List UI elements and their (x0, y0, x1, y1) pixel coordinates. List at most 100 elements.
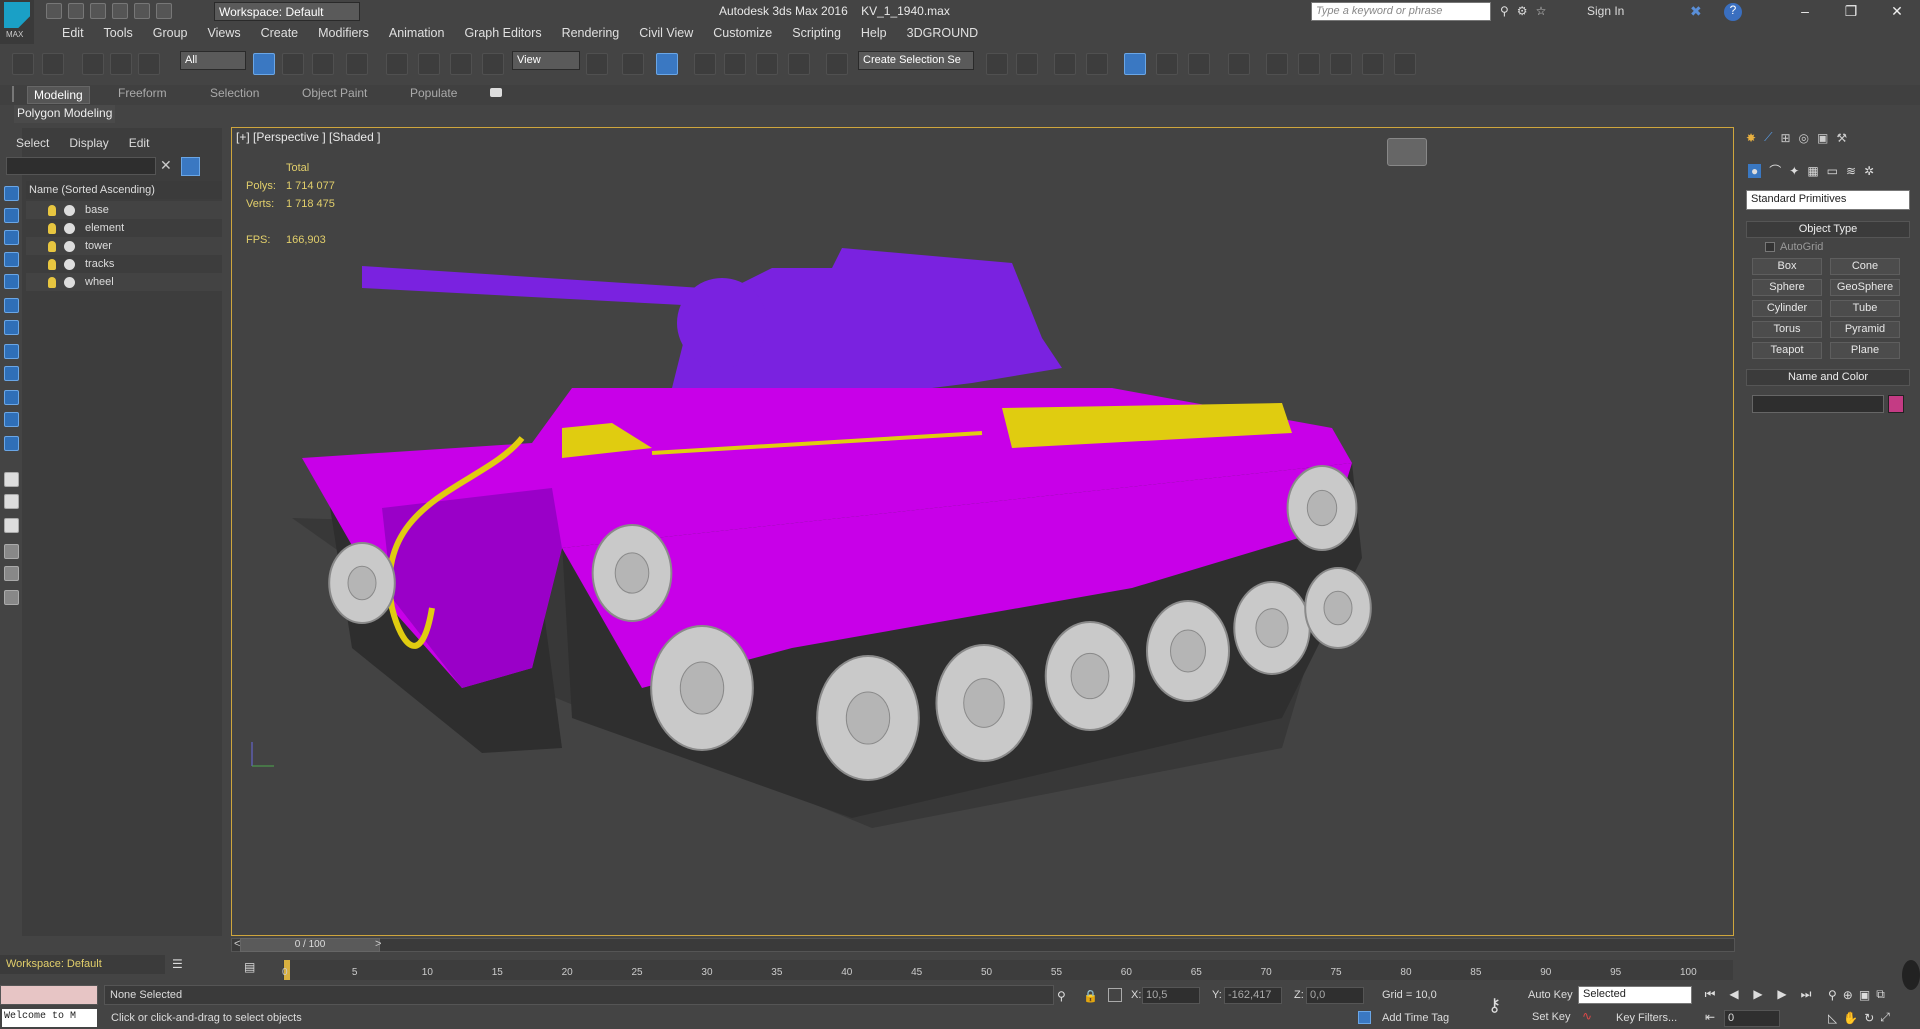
sort-icon[interactable] (4, 590, 19, 605)
light-bulb-icon[interactable] (48, 258, 56, 270)
column-header[interactable]: Name (Sorted Ascending) (26, 181, 222, 199)
search-input[interactable]: Type a keyword or phrase (1311, 2, 1491, 21)
listener-header[interactable] (0, 985, 98, 1005)
x-coordinate-field[interactable]: 10,5 (1142, 987, 1200, 1004)
display-lights-icon[interactable] (4, 252, 19, 267)
tab-populate[interactable]: Populate (410, 86, 457, 100)
hierarchy-icon[interactable] (4, 566, 19, 581)
select-by-name-button[interactable] (282, 53, 304, 75)
time-slider-thumb[interactable]: 0 / 100 (240, 938, 380, 952)
play-icon[interactable]: ▶ (1750, 987, 1766, 1003)
add-time-tag-button[interactable]: Add Time Tag (1382, 1012, 1449, 1024)
tube-button[interactable]: Tube (1830, 300, 1900, 317)
object-icon[interactable] (64, 240, 75, 252)
menu-views[interactable]: Views (197, 26, 250, 40)
select-manipulate-icon[interactable] (622, 53, 644, 75)
menu-animation[interactable]: Animation (379, 26, 455, 40)
lights-icon[interactable]: ✦ (1789, 164, 1799, 178)
place-icon[interactable] (482, 53, 504, 75)
display-spacewarps-icon[interactable] (4, 320, 19, 335)
object-icon[interactable] (64, 204, 75, 216)
scene-menu-edit[interactable]: Edit (129, 136, 150, 150)
percent-snap-icon[interactable] (756, 53, 778, 75)
motion-tab-icon[interactable]: ◎ (1799, 131, 1809, 145)
list-item[interactable]: wheel (26, 273, 222, 291)
redo-icon[interactable] (134, 3, 150, 19)
display-none-icon[interactable] (4, 186, 19, 201)
binoculars-icon[interactable]: ⚲ (1500, 4, 1509, 18)
move-icon[interactable] (386, 53, 408, 75)
find-case-icon[interactable] (181, 157, 200, 176)
zoom-icon[interactable]: ⚲ (1828, 988, 1837, 1002)
geometry-icon[interactable]: ● (1748, 163, 1762, 178)
space-warps-icon[interactable]: ≋ (1846, 164, 1856, 178)
key-filters-button[interactable]: Key Filters... (1616, 1012, 1677, 1024)
isolate-icon[interactable]: ⚲ (1057, 989, 1066, 1003)
time-slider-track[interactable] (231, 938, 1735, 952)
named-selection-dropdown[interactable]: Create Selection Se (858, 51, 974, 70)
object-icon[interactable] (64, 222, 75, 234)
auto-key-button[interactable]: Auto Key (1528, 989, 1573, 1001)
menu-customize[interactable]: Customize (703, 26, 782, 40)
box-button[interactable]: Box (1752, 258, 1822, 275)
tab-object-paint[interactable]: Object Paint (302, 86, 367, 100)
display-inverse-icon[interactable] (4, 494, 19, 509)
unlink-icon[interactable] (110, 53, 132, 75)
selection-filter-dropdown[interactable]: All (180, 51, 246, 70)
next-frame-icon[interactable]: ▶ (1774, 987, 1790, 1003)
object-icon[interactable] (64, 258, 75, 270)
tank-model[interactable] (232, 128, 1734, 936)
list-item[interactable]: tracks (26, 255, 222, 273)
zoom-all-icon[interactable]: ⊕ (1843, 988, 1853, 1002)
maximize-viewport-icon[interactable]: ⤢ (1880, 1010, 1890, 1025)
workspace-dropdown[interactable]: Workspace: Default (214, 2, 360, 21)
menu-modifiers[interactable]: Modifiers (308, 26, 379, 40)
lock-selection-icon[interactable]: 🔒 (1083, 989, 1098, 1003)
modify-tab-icon[interactable]: ⟋ (1764, 130, 1772, 145)
scene-search-input[interactable] (6, 157, 156, 175)
light-bulb-icon[interactable] (48, 204, 56, 216)
rotate-icon[interactable] (418, 53, 440, 75)
set-key-button[interactable]: Set Key (1532, 1011, 1571, 1023)
mirror-icon[interactable] (986, 53, 1008, 75)
create-tab-icon[interactable]: ✸ (1746, 131, 1756, 145)
zoom-extents-icon[interactable]: ▣ (1859, 988, 1870, 1002)
list-item[interactable]: element (26, 219, 222, 237)
menu-help[interactable]: Help (851, 26, 897, 40)
previous-frame-icon[interactable]: ◀ (1726, 987, 1742, 1003)
display-tab-icon[interactable]: ▣ (1817, 131, 1828, 145)
schematic-view-icon[interactable] (1188, 53, 1210, 75)
window-crossing-button[interactable] (346, 53, 368, 75)
scene-menu-display[interactable]: Display (69, 136, 108, 150)
scene-menu-select[interactable]: Select (16, 136, 49, 150)
cameras-icon[interactable]: ▦ (1807, 164, 1818, 178)
scene-explorer-toggle-icon[interactable] (1054, 53, 1076, 75)
display-bones-icon[interactable] (4, 366, 19, 381)
geosphere-button[interactable]: GeoSphere (1830, 279, 1900, 296)
tab-modeling[interactable]: Modeling (27, 86, 90, 104)
tab-freeform[interactable]: Freeform (118, 86, 167, 100)
material-editor-icon[interactable] (1228, 53, 1250, 75)
time-next-arrow[interactable]: > (375, 938, 381, 950)
orbit-icon[interactable]: ↻ (1864, 1011, 1874, 1025)
render-iterative-icon[interactable] (1362, 53, 1384, 75)
scale-icon[interactable] (450, 53, 472, 75)
light-bulb-icon[interactable] (48, 276, 56, 288)
list-item[interactable]: tower (26, 237, 222, 255)
key-filters-graph-icon[interactable]: ∿ (1582, 1009, 1592, 1023)
keyboard-shortcut-toggle[interactable] (656, 53, 678, 75)
light-bulb-icon[interactable] (48, 240, 56, 252)
key-mode-toggle-icon[interactable]: ⇤ (1702, 1010, 1718, 1026)
sign-in-button[interactable]: Sign In (1587, 4, 1624, 18)
set-key-mode-icon[interactable]: ⚷ (1488, 995, 1501, 1016)
subscription-icon[interactable]: ⚙ (1517, 4, 1528, 18)
align-icon[interactable] (1016, 53, 1038, 75)
menu-create[interactable]: Create (251, 26, 309, 40)
menu-group[interactable]: Group (143, 26, 198, 40)
ribbon-toggle-icon[interactable] (1124, 53, 1146, 75)
menu-civil-view[interactable]: Civil View (629, 26, 703, 40)
layers-icon[interactable]: ☰ (172, 957, 183, 971)
polygon-modeling-panel[interactable]: Polygon Modeling (14, 105, 116, 123)
render-production-icon[interactable] (1330, 53, 1352, 75)
display-helpers-icon[interactable] (4, 298, 19, 313)
